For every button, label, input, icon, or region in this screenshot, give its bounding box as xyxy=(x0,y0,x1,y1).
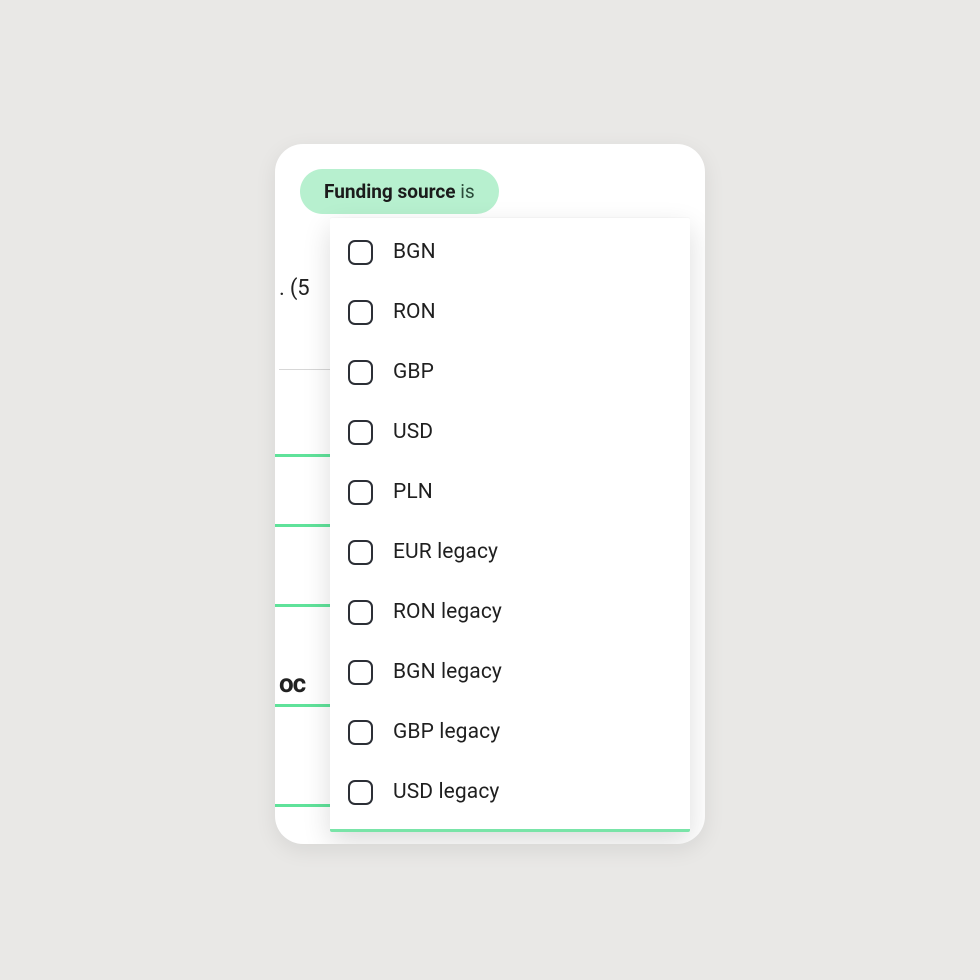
option-label: BGN xyxy=(393,240,436,264)
filter-chip-funding-source[interactable]: Funding source is xyxy=(300,169,499,214)
checkbox-icon[interactable] xyxy=(348,420,373,445)
checkbox-icon[interactable] xyxy=(348,240,373,265)
option-label: USD xyxy=(393,420,433,444)
checkbox-icon[interactable] xyxy=(348,480,373,505)
option-label: USD legacy xyxy=(393,780,499,804)
option-label: RON xyxy=(393,300,436,324)
checkbox-icon[interactable] xyxy=(348,300,373,325)
row-underline xyxy=(275,524,335,527)
option-label: PLN xyxy=(393,480,433,504)
filter-chip-operator: is xyxy=(460,180,474,203)
option-label: RON legacy xyxy=(393,600,502,624)
option-label: GBP legacy xyxy=(393,720,500,744)
option-row[interactable]: GBP xyxy=(330,342,690,402)
option-row[interactable]: GBP legacy xyxy=(330,702,690,762)
checkbox-icon[interactable] xyxy=(348,600,373,625)
option-label: GBP xyxy=(393,360,434,384)
card: . (5 oc Funding source is BGN RON GBP USD PL… xyxy=(275,144,705,844)
checkbox-icon[interactable] xyxy=(348,660,373,685)
option-row[interactable]: USD xyxy=(330,402,690,462)
option-row[interactable]: PLN xyxy=(330,462,690,522)
filter-chip-field: Funding source xyxy=(324,180,456,203)
option-row[interactable]: USD legacy xyxy=(330,762,690,822)
dropdown-panel[interactable]: BGN RON GBP USD PLN EUR legacy RON legacy BGN l… xyxy=(330,218,690,832)
option-row[interactable]: BGN legacy xyxy=(330,642,690,702)
option-row[interactable]: BGN xyxy=(330,222,690,282)
checkbox-icon[interactable] xyxy=(348,780,373,805)
checkbox-icon[interactable] xyxy=(348,360,373,385)
option-label: BGN legacy xyxy=(393,660,502,684)
background-text-fragment: oc xyxy=(279,669,305,699)
option-row[interactable]: RON legacy xyxy=(330,582,690,642)
row-underline xyxy=(275,604,335,607)
option-label: EUR legacy xyxy=(393,540,498,564)
checkbox-icon[interactable] xyxy=(348,720,373,745)
option-row[interactable]: EUR legacy xyxy=(330,522,690,582)
checkbox-icon[interactable] xyxy=(348,540,373,565)
row-underline xyxy=(275,804,335,807)
row-underline xyxy=(275,704,335,707)
background-count-fragment: . (5 xyxy=(279,276,309,301)
option-row[interactable]: RON xyxy=(330,282,690,342)
row-underline xyxy=(275,454,335,457)
